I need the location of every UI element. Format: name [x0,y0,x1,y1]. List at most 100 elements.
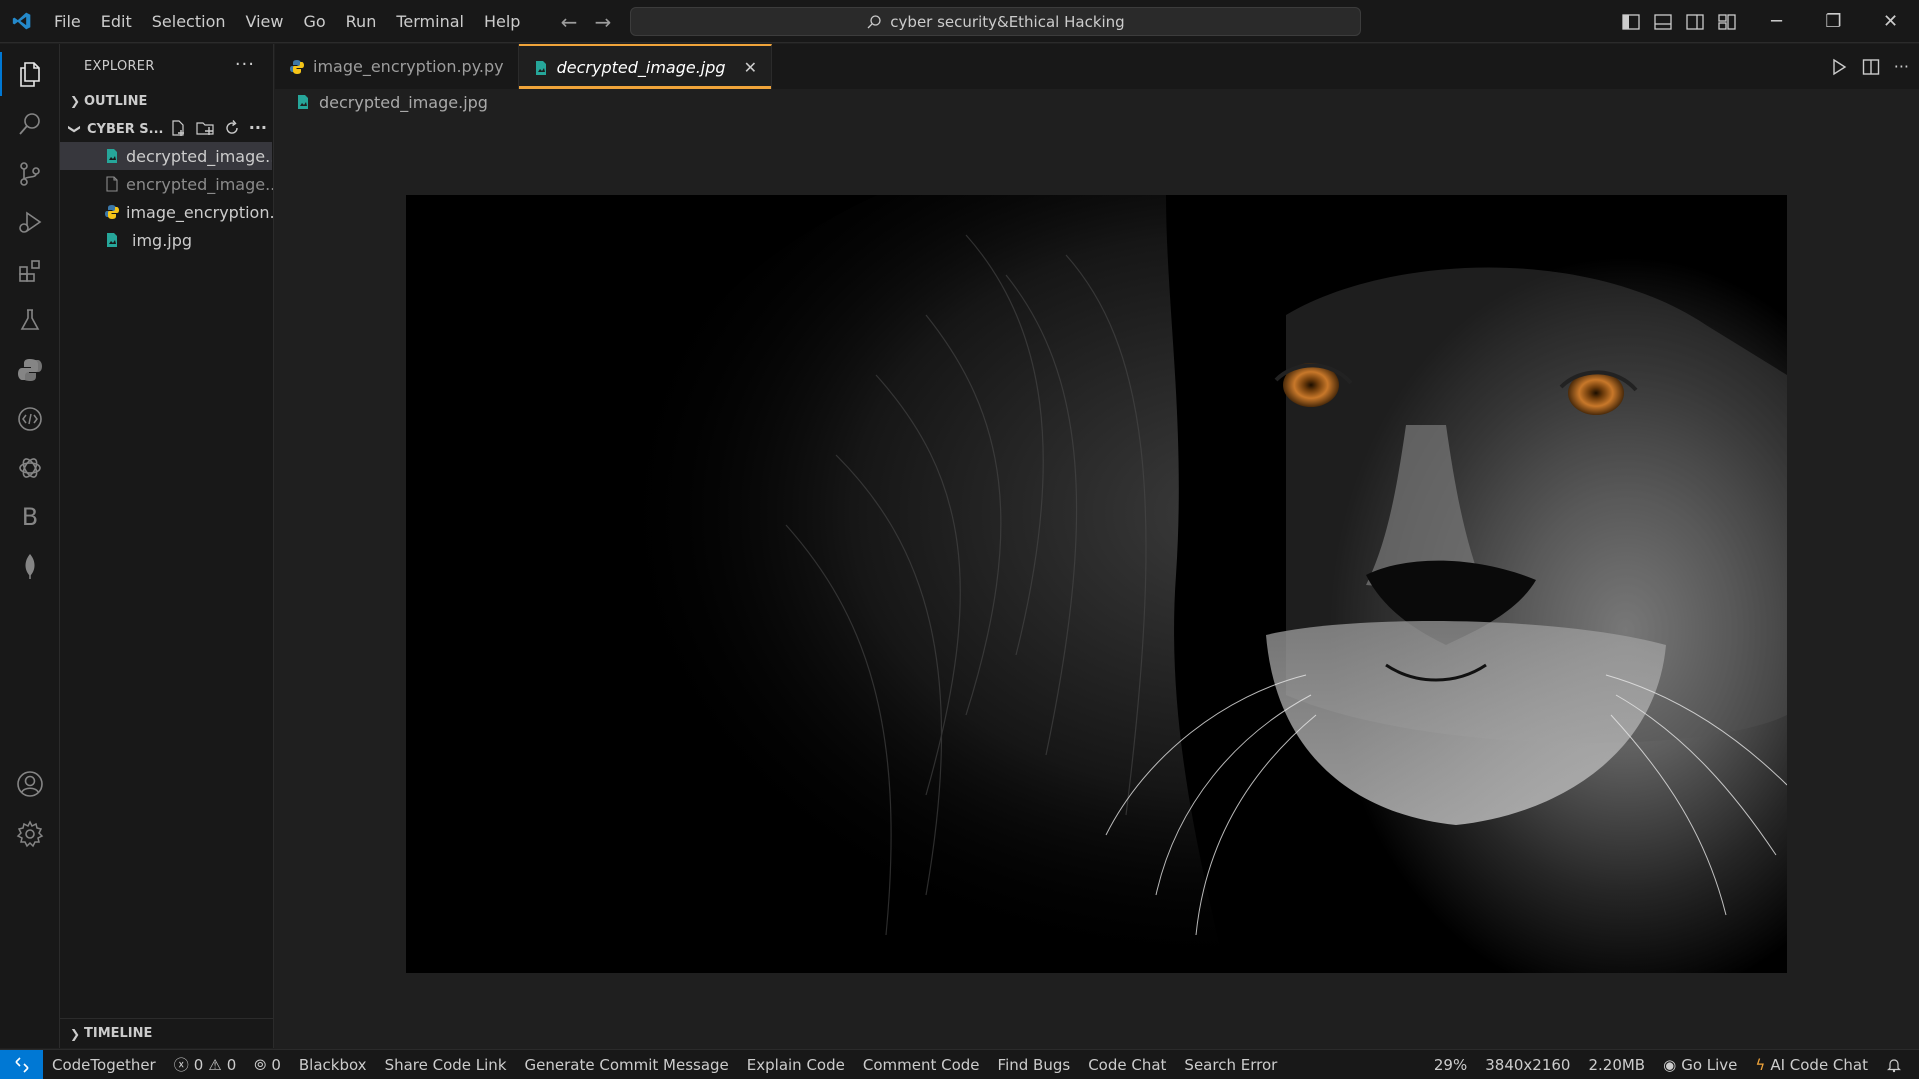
window-controls: ─ ❐ ✕ [1748,0,1919,43]
find-bugs-button[interactable]: Find Bugs [989,1056,1080,1074]
chevron-down-icon: ❯ [68,123,82,135]
outline-section[interactable]: ❯ OUTLINE [60,88,273,114]
refresh-icon[interactable] [223,119,241,137]
search-icon[interactable] [0,96,60,152]
share-code-link-button[interactable]: Share Code Link [376,1056,516,1074]
command-center-search[interactable]: cyber security&Ethical Hacking [630,7,1361,36]
python-icon[interactable] [0,342,60,398]
menu-run[interactable]: Run [336,0,387,43]
zoom-label: 29% [1433,1055,1468,1074]
back-arrow-icon[interactable]: ← [558,10,580,34]
layout-controls [1620,0,1738,43]
broadcast-icon: ⦾ [254,1055,267,1074]
new-folder-icon[interactable] [195,119,215,137]
image-icon [104,232,126,248]
image-dimensions: 3840x2160 [1476,1056,1579,1074]
menu-selection[interactable]: Selection [142,0,236,43]
mongodb-leaf-icon[interactable] [0,538,60,594]
folder-toolbar: ··· [169,118,267,137]
close-tab-icon[interactable]: ✕ [744,58,757,77]
forward-arrow-icon[interactable]: → [592,10,614,34]
image-size: 2.20MB [1579,1056,1654,1074]
new-file-icon[interactable] [169,119,187,137]
go-live-button[interactable]: ◉ Go Live [1654,1056,1746,1074]
generate-commit-message-button[interactable]: Generate Commit Message [516,1056,738,1074]
blackbox-icon[interactable]: B [0,489,60,545]
notifications-bell-icon[interactable] [1877,1057,1911,1073]
folder-more-icon[interactable]: ··· [249,118,267,137]
breadcrumb: decrypted_image.jpg [275,89,488,115]
explain-code-button[interactable]: Explain Code [738,1056,854,1074]
toggle-secondary-sidebar-icon[interactable] [1684,11,1706,33]
menu-view[interactable]: View [236,0,294,43]
editor-tabs: image_encryption.py.py decrypted_image.j… [275,44,1919,89]
openai-chat-icon[interactable] [0,440,60,496]
warning-count: 0 [226,1055,237,1074]
file-name: image_encryption... [126,202,273,222]
run-file-icon[interactable] [1830,58,1848,76]
comment-code-button[interactable]: Comment Code [854,1056,989,1074]
size-label: 2.20MB [1588,1055,1646,1074]
toggle-primary-sidebar-icon[interactable] [1620,11,1642,33]
lion-photo [406,195,1787,973]
tab-image-encryption-py[interactable]: image_encryption.py.py [275,44,519,89]
command-center-label: cyber security&Ethical Hacking [890,12,1125,31]
menu-file[interactable]: File [44,0,91,43]
ai-code-chat-button[interactable]: ϟ AI Code Chat [1746,1056,1877,1074]
error-icon: ⓧ [173,1056,189,1074]
go-live-label: Go Live [1681,1055,1738,1074]
restore-icon[interactable]: ❐ [1805,0,1862,43]
remote-indicator-icon[interactable] [0,1049,43,1079]
error-count: 0 [193,1055,204,1074]
timeline-section[interactable]: ❯ TIMELINE [60,1018,274,1048]
chevron-right-icon: ❯ [69,94,81,108]
status-bar: CodeTogether ⓧ 0 ⚠ 0 ⦾ 0 Blackbox Share Cod… [0,1049,1919,1079]
problems-status[interactable]: ⓧ 0 ⚠ 0 [165,1054,246,1075]
close-window-icon[interactable]: ✕ [1862,0,1919,43]
explorer-more-icon[interactable]: ··· [235,54,255,75]
customize-layout-icon[interactable] [1716,11,1738,33]
editor-more-icon[interactable]: ··· [1894,57,1909,76]
accounts-icon[interactable] [0,756,60,812]
chevron-right-icon: ❯ [69,1026,81,1041]
menu-help[interactable]: Help [474,0,530,43]
zoom-level[interactable]: 29% [1425,1056,1476,1074]
remote-explorer-code-icon[interactable] [0,391,60,447]
menu-go[interactable]: Go [293,0,335,43]
file-icon [104,176,120,192]
workspace-folder-label: CYBER S... [87,121,164,137]
split-editor-icon[interactable] [1862,58,1880,76]
codetogether-status[interactable]: CodeTogether [43,1056,165,1074]
file-item-decrypted-image[interactable]: decrypted_image.... [60,142,272,170]
ports-status[interactable]: ⦾ 0 [245,1056,290,1074]
workspace-folder-section[interactable]: ❯ CYBER S... ··· [60,116,273,142]
run-debug-icon[interactable] [0,194,60,250]
file-item-image-encryption[interactable]: image_encryption... [60,198,273,226]
editor-actions: ··· [1830,44,1909,89]
testing-flask-icon[interactable] [0,292,60,348]
tab-decrypted-image-jpg[interactable]: decrypted_image.jpg ✕ [518,44,772,89]
menu-bar: File Edit Selection View Go Run Terminal… [44,0,530,43]
file-name: encrypted_image.... [126,174,273,194]
tab-label: image_encryption.py.py [313,57,504,76]
explorer-icon[interactable] [0,46,60,102]
toggle-panel-icon[interactable] [1652,11,1674,33]
menu-edit[interactable]: Edit [91,0,142,43]
explain-code-label: Explain Code [746,1055,845,1074]
settings-gear-icon[interactable] [0,806,60,862]
python-icon [104,204,120,220]
extensions-icon[interactable] [0,243,60,299]
file-item-img[interactable]: img.jpg [60,226,273,254]
minimize-icon[interactable]: ─ [1748,0,1805,43]
menu-terminal[interactable]: Terminal [386,0,474,43]
code-chat-button[interactable]: Code Chat [1079,1056,1175,1074]
file-item-encrypted-image[interactable]: encrypted_image.... [60,170,273,198]
tab-label: decrypted_image.jpg [556,58,726,77]
blackbox-status[interactable]: Blackbox [290,1056,376,1074]
search-error-button[interactable]: Search Error [1175,1056,1286,1074]
title-bar: File Edit Selection View Go Run Terminal… [0,0,1919,43]
image-preview[interactable] [406,195,1787,973]
breadcrumb-file[interactable]: decrypted_image.jpg [319,93,488,112]
explorer-sidebar: EXPLORER ··· ❯ OUTLINE ❯ CYBER S... ··· … [60,44,274,1048]
activity-bar: B [0,44,60,1048]
